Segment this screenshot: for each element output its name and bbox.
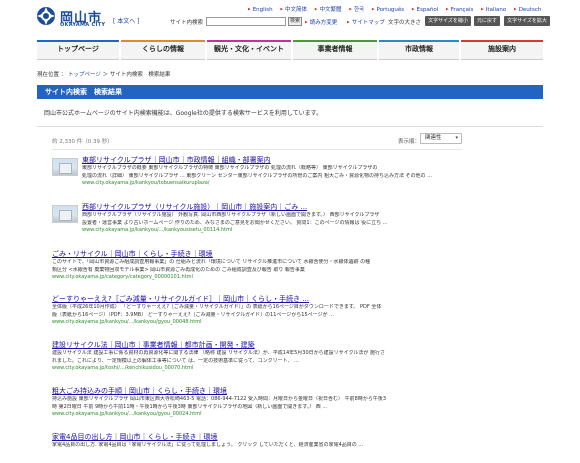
header-search: サイト内検索 検索 読み方変更 サイトマップ 文字の大きさ 文字サイズを縮小 元… [170, 16, 580, 27]
result-url: www.city.okayama.jp/kankyou/.../kankyou/… [52, 319, 202, 325]
nav-item-city-admin[interactable]: 市政情報 [379, 40, 459, 60]
city-emblem-icon [37, 7, 55, 25]
divider [52, 149, 462, 150]
result-snippet: 西部リサイクルプラザ（リサイクル施設） 外観写真. 岡山市西部リサイクルプラザ（… [82, 212, 380, 218]
nav-color-bar [379, 40, 459, 42]
result-title-link[interactable]: どーすりゃーええ?［ごみ減量・リサイクルガイド］｜岡山市｜くらし・手続き ... [52, 295, 472, 304]
result-snippet: 持込み施設 東部リサイクルプラザ 岡山市東区西大寺松崎463-5 電話：086-… [52, 396, 387, 402]
chevron-down-icon: ▾ [455, 135, 458, 141]
search-input[interactable] [206, 17, 286, 26]
lang-link-zh-cn[interactable]: 中文简体 [280, 5, 307, 13]
lang-link-german[interactable]: Deutsch [514, 7, 542, 13]
font-size-label: 文字の大きさ [388, 20, 422, 26]
result-title-link[interactable]: 家電4品目の出し方｜岡山市｜くらし・手続き｜環境 [52, 433, 472, 442]
reading-help-link[interactable]: 読み方変更 [305, 18, 338, 26]
breadcrumb-prefix: 現在位置 ： [37, 72, 67, 78]
nav-color-bar [293, 40, 377, 42]
search-result: 家電4品目の出し方｜岡山市｜くらし・手続き｜環境 家電4品目の出し方. 家電4品… [52, 433, 472, 450]
sort-order-value: 関連性 [425, 135, 442, 141]
sort-order-label: 表示順： [398, 139, 421, 145]
page-title: サイト内検索 検索結果 [37, 85, 543, 99]
nav-color-bar [207, 40, 291, 42]
divider [37, 126, 543, 127]
result-snippet: このサイトで、「岡山市資源ごみ組成調査用報事業」の 仕組みと流れ「環境について … [52, 259, 371, 265]
result-url: www.city.okayama.jp/toshi/.../kenchikusi… [52, 365, 194, 371]
nav-item-label: くらしの情報 [142, 45, 184, 53]
site-logo[interactable]: 岡山市 OKAYAMA CITY [36, 6, 106, 32]
search-result: どーすりゃーええ?［ごみ減量・リサイクルガイド］｜岡山市｜くらし・手続き ...… [52, 295, 472, 326]
sort-order-select[interactable]: 関連性 ▾ [420, 133, 462, 144]
font-reset-button[interactable]: 元に戻す [474, 16, 500, 26]
skip-to-content-link[interactable]: [ 本文へ ] [113, 16, 140, 25]
site-header: 岡山市 OKAYAMA CITY [ 本文へ ] English 中文简体 中文… [0, 0, 580, 36]
search-result: 建設リサイクル法｜岡山市｜事業者情報｜都市計画・開発・建築 建設リサイクル法 建… [52, 341, 472, 372]
nav-item-label: トップページ [57, 45, 99, 53]
result-snippet: 版（表紙から16ページ）（PDF：3.9MB） どーすりゃーええ?［ごみ減量・リ… [52, 311, 334, 318]
nav-color-bar [37, 40, 119, 42]
result-count: 約 2,330 件（0.39 秒） [52, 139, 113, 145]
search-result: 西部リサイクルプラザ（リサイクル施設）｜岡山市｜施設案内｜ごみ ... 西部リサ… [52, 203, 472, 234]
search-result: 東部リサイクルプラザ｜岡山市｜市政情報｜組織・部署案内 東部リサイクルプラザの概… [52, 156, 472, 187]
result-title-link[interactable]: ごみ・リサイクル｜岡山市｜くらし・手続き｜環境 [52, 250, 472, 259]
result-snippet: れました。これにより、一定規模以上の解体工事等について は、一定の技術基準に従っ… [52, 357, 299, 364]
logo-subtitle: OKAYAMA CITY [60, 22, 106, 28]
result-snippet: 全体版（平成26年10月作成） 「どーすりゃーええ?［ごみ減量・リサイクルガイド… [52, 304, 382, 310]
result-url: www.city.okayama.jp/kankyou/.../kankyou/… [52, 411, 202, 417]
result-title-link[interactable]: 西部リサイクルプラザ（リサイクル施設）｜岡山市｜施設案内｜ごみ ... [82, 203, 472, 212]
font-larger-button[interactable]: 文字サイズを拡大 [504, 16, 550, 26]
breadcrumb-separator: ＞ [102, 72, 110, 78]
result-title-link[interactable]: 粗大ごみ持込みの手順｜岡山市｜くらし・手続き｜環境 [52, 387, 472, 396]
building-image-icon [59, 210, 72, 221]
nav-item-facilities[interactable]: 施設案内 [461, 40, 543, 60]
nav-color-bar [121, 40, 205, 42]
result-thumbnail[interactable] [52, 205, 78, 223]
global-nav: トップページ くらしの情報 観光・文化・イベント 事業者情報 市政情報 施設案内 [37, 40, 543, 60]
result-title-link[interactable]: 建設リサイクル法｜岡山市｜事業者情報｜都市計画・開発・建築 [52, 341, 472, 350]
language-links: English 中文简体 中文繁體 한국 Português Español F… [248, 5, 578, 14]
result-url: www.city.okayama.jp/kankyou/.../kankyous… [82, 227, 233, 233]
result-url: www.city.okayama.jp/category/category_00… [52, 274, 193, 280]
breadcrumb-top-link[interactable]: トップページ [68, 72, 101, 78]
result-url: www.city.okayama.jp/kankyou/tobuensaikur… [82, 180, 210, 186]
search-result: ごみ・リサイクル｜岡山市｜くらし・手続き｜環境 このサイトで、「岡山市資源ごみ組… [52, 250, 472, 281]
sitemap-link[interactable]: サイトマップ [347, 18, 385, 26]
lang-link-italian[interactable]: Italiano [481, 7, 506, 13]
search-result: 粗大ごみ持込みの手順｜岡山市｜くらし・手続き｜環境 持込み施設 東部リサイクルプ… [52, 387, 472, 418]
search-intro-text: 岡山市公式ホームページのサイト内検索機能は、Google社の提供する検索サービス… [44, 110, 323, 117]
lang-link-korean[interactable]: 한국 [349, 5, 364, 13]
nav-color-bar [461, 40, 543, 42]
result-snippet: 設置者・運営事業 より古いホームページ 作りのため、みなさまのご意見をお聞かせく… [82, 219, 388, 226]
lang-link-portuguese[interactable]: Português [372, 7, 405, 13]
nav-item-living[interactable]: くらしの情報 [121, 40, 205, 60]
lang-link-french[interactable]: Français [446, 7, 474, 13]
lang-link-spanish[interactable]: Español [412, 7, 439, 13]
nav-item-top[interactable]: トップページ [37, 40, 119, 60]
breadcrumb-current: サイト内検索 検索結果 [109, 72, 171, 78]
result-snippet: 建設リサイクル法 建設工事に係る資材の再資源化等に関する法律 （略称 建設 リサ… [52, 350, 386, 356]
search-button[interactable]: 検索 [288, 17, 302, 26]
result-title-link[interactable]: 東部リサイクルプラザ｜岡山市｜市政情報｜組織・部署案内 [82, 156, 472, 165]
nav-item-label: 事業者情報 [317, 45, 353, 53]
building-image-icon [59, 163, 72, 174]
nav-item-label: 観光・文化・イベント [214, 45, 284, 53]
nav-item-business[interactable]: 事業者情報 [293, 40, 377, 60]
nav-item-tourism[interactable]: 観光・文化・イベント [207, 40, 291, 60]
breadcrumb: 現在位置 ： トップページ ＞ サイト内検索 検索結果 [37, 70, 170, 78]
result-snippet: 東部リサイクルプラザの概要 東部リサイクルプラザの特徴 東部リサイクルプラザの … [82, 165, 378, 171]
result-snippet: 処理の流れ（詳細） 東部リサイクルプラザ ... 東部クリーン センター東部リサ… [82, 172, 432, 179]
result-snippet: 家電4品目の出し方. 家電4品目は「家電リサイクル法」に従って処理しましょう。 … [52, 442, 364, 448]
font-smaller-button[interactable]: 文字サイズを縮小 [425, 16, 471, 26]
search-label: サイト内検索 [170, 20, 204, 26]
result-thumbnail[interactable] [52, 158, 78, 176]
result-snippet: 時 第2日曜日 午前 9時から午前11時・午後1時から午後3時 東部リサイクルプ… [52, 403, 328, 410]
nav-item-label: 施設案内 [488, 45, 516, 53]
result-snippet: 類区分 <水銀含有 廃棄物回収モデル事業> 岡山市資源ごみ再成化のための ごみ組… [52, 266, 305, 273]
lang-link-zh-tw[interactable]: 中文繁體 [315, 5, 342, 13]
nav-item-label: 市政情報 [405, 45, 433, 53]
lang-link-english[interactable]: English [248, 7, 273, 13]
